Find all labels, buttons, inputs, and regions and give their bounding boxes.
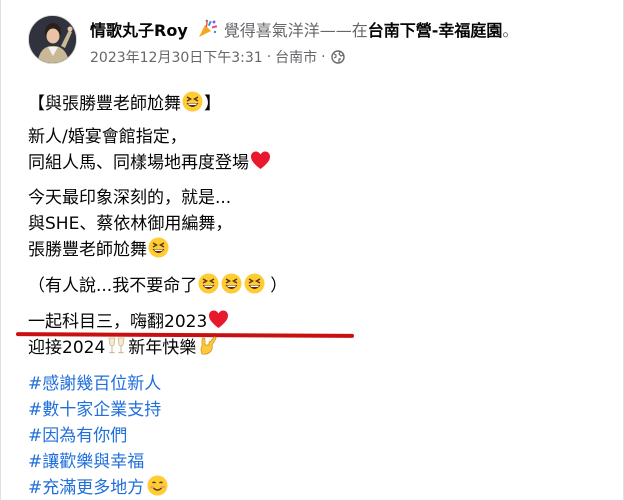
- hashtag-link[interactable]: #因為有你們: [28, 421, 127, 446]
- hashtag-line: #讓歡樂與幸福: [28, 446, 144, 472]
- post-text: 】: [204, 93, 221, 114]
- grinning-squinting-face-icon: [148, 237, 169, 258]
- post-text: ）: [270, 275, 288, 296]
- hashtag-line: #充滿更多地方: [28, 472, 169, 498]
- hashtag-line: #因為有你們: [28, 420, 127, 446]
- post-timestamp[interactable]: 2023年12月30日下午3:31: [90, 47, 263, 67]
- hashtag-line: #數十家企業支持: [28, 394, 161, 420]
- post-line-2: 新人/婚宴會館指定，: [28, 121, 187, 147]
- post-text: 今天最印象深刻的，就是...: [28, 187, 232, 208]
- globe-icon[interactable]: [330, 50, 345, 64]
- post-text: 與SHE、蔡依林御用編舞，: [28, 213, 233, 234]
- love-you-gesture-icon: [197, 335, 218, 356]
- hashtag-link[interactable]: #充滿更多地方: [28, 473, 144, 498]
- meta-separator: ·: [266, 49, 272, 65]
- post-place[interactable]: 台南市: [275, 47, 317, 67]
- author-name[interactable]: 情歌丸子Roy: [90, 17, 188, 41]
- hashtag-link[interactable]: #讓歡樂與幸福: [28, 447, 144, 472]
- hashtag-link[interactable]: #感謝幾百位新人: [28, 369, 161, 394]
- grinning-squinting-face-icon: [198, 273, 219, 294]
- post-header: 情歌丸子Roy 覺得喜氣洋洋——在 台南下營-幸福庭園 。: [90, 16, 610, 42]
- post-line-4: 今天最印象深刻的，就是...: [28, 182, 231, 208]
- grinning-squinting-face-icon: [244, 273, 265, 294]
- post-text: 迎接2024: [28, 337, 106, 358]
- header-period: 。: [502, 21, 519, 40]
- post-border-left: [0, 0, 1, 500]
- red-heart-icon: [208, 309, 229, 330]
- post-text: 一起科目三，嗨翻2023: [28, 311, 208, 332]
- grinning-squinting-face-icon: [182, 91, 203, 112]
- meta-separator: ·: [321, 49, 326, 65]
- post-text: 同組人馬、同樣場地再度登場: [28, 152, 249, 173]
- post-line-1: 【與張勝豐老師尬舞 】: [28, 88, 221, 114]
- grinning-squinting-face-icon: [221, 273, 242, 294]
- post-meta: 2023年12月30日下午3:31 · 台南市 ·: [90, 46, 345, 68]
- post-text: 【與張勝豐老師尬舞: [28, 93, 181, 114]
- smiling-face-icon: [147, 475, 168, 496]
- confetti-icon: [196, 18, 218, 40]
- post-line-3: 同組人馬、同樣場地再度登場: [28, 147, 272, 173]
- post-text: 新人/婚宴會館指定，: [28, 126, 187, 147]
- location-link[interactable]: 台南下營-幸福庭園: [368, 17, 503, 41]
- post-line-7: （有人說...我不要命了 ）: [28, 270, 287, 296]
- post-line-6: 張勝豐老師尬舞: [28, 234, 170, 260]
- avatar[interactable]: [28, 15, 77, 64]
- clinking-glasses-icon: [106, 335, 127, 356]
- post-text: 張勝豐老師尬舞: [28, 239, 147, 260]
- red-heart-icon: [250, 150, 271, 171]
- post-text: （有人說...我不要命了: [28, 275, 198, 296]
- feeling-text: 覺得喜氣洋洋——在: [223, 21, 368, 40]
- hashtag-link[interactable]: #數十家企業支持: [28, 395, 161, 420]
- post-line-8: 一起科目三，嗨翻2023: [28, 306, 230, 332]
- hashtag-line: #感謝幾百位新人: [28, 368, 161, 394]
- post-text: 新年快樂: [128, 337, 197, 358]
- post-line-9: 迎接2024 新年快樂: [28, 332, 219, 358]
- post-line-5: 與SHE、蔡依林御用編舞，: [28, 208, 232, 234]
